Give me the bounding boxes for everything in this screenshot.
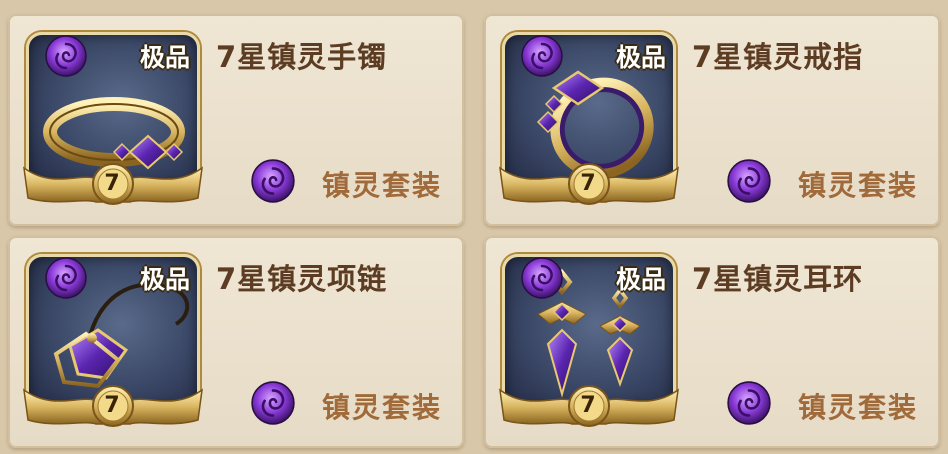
star-level: 7 [580, 171, 596, 196]
star-level: 7 [104, 393, 120, 418]
item-name: 7星镇灵戒指 [692, 40, 864, 74]
set-label: 镇灵套装 [322, 391, 443, 424]
set-orb-icon [520, 34, 564, 78]
grade-label: 极品 [615, 265, 666, 294]
set-label: 镇灵套装 [798, 391, 919, 424]
set-label: 镇灵套装 [322, 169, 443, 202]
set-orb-icon [726, 380, 772, 426]
set-orb-icon [250, 380, 296, 426]
item-name: 7星镇灵项链 [216, 262, 388, 296]
star-level: 7 [580, 393, 596, 418]
item-card[interactable]: 极品 7 7星镇灵耳环 镇灵套装 [484, 236, 940, 448]
item-card[interactable]: 极品 7 7星镇灵戒指 镇灵套装 [484, 14, 940, 226]
item-icon-frame[interactable]: 极品 7 [22, 28, 204, 206]
set-orb-icon [44, 34, 88, 78]
set-label: 镇灵套装 [798, 169, 919, 202]
grade-label: 极品 [139, 265, 190, 294]
star-level: 7 [104, 171, 120, 196]
item-icon-frame[interactable]: 极品 7 [22, 250, 204, 428]
item-name: 7星镇灵耳环 [692, 262, 864, 296]
set-orb-icon [520, 256, 564, 300]
item-card[interactable]: 极品 7 7星镇灵手镯 镇灵套装 [8, 14, 464, 226]
grade-label: 极品 [615, 43, 666, 72]
set-orb-icon [250, 158, 296, 204]
grade-label: 极品 [139, 43, 190, 72]
item-icon-frame[interactable]: 极品 7 [498, 250, 680, 428]
item-card[interactable]: 极品 7 7星镇灵项链 镇灵套装 [8, 236, 464, 448]
set-orb-icon [726, 158, 772, 204]
set-orb-icon [44, 256, 88, 300]
item-icon-frame[interactable]: 极品 7 [498, 28, 680, 206]
item-name: 7星镇灵手镯 [216, 40, 388, 74]
